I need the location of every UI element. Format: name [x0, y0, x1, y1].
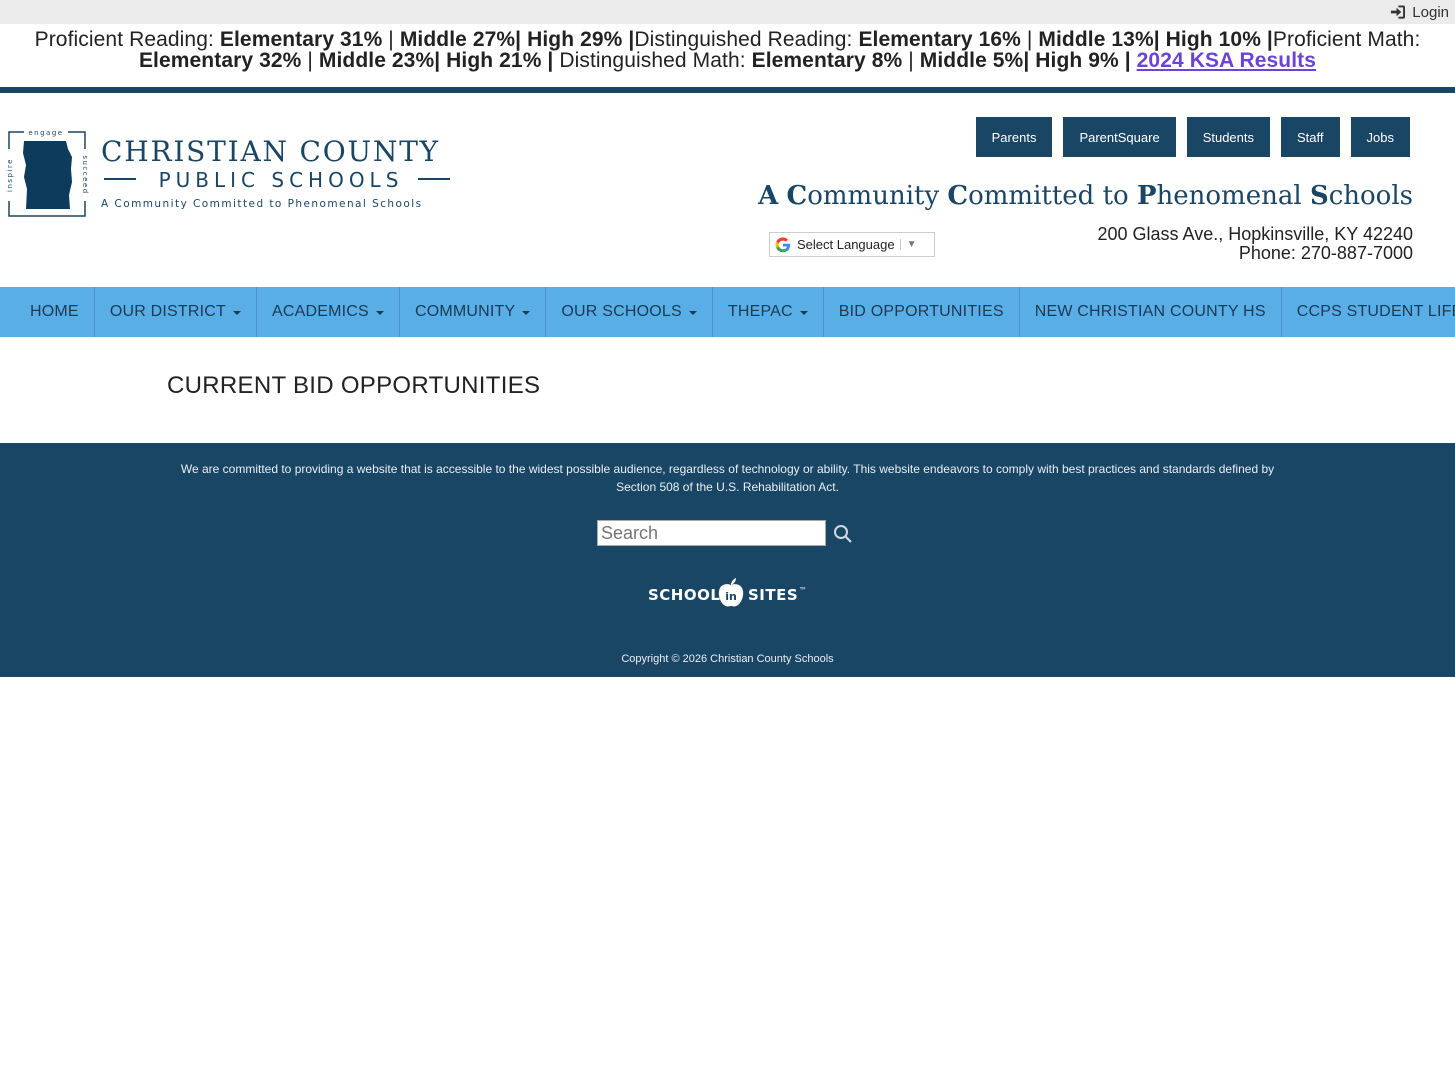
- nav-label: ACADEMICS: [272, 303, 369, 320]
- tagline-part: chools: [1328, 181, 1413, 211]
- ticker-text: Middle 23%| High 21% |: [318, 49, 554, 72]
- logo-side-left: inspire: [6, 158, 14, 192]
- nav-label: CCPS STUDENT LIFE: [1296, 303, 1455, 320]
- google-g-icon: [775, 236, 790, 252]
- ticker-text: Proficient Math:: [1272, 28, 1421, 51]
- logo-side-right: succeed: [81, 155, 89, 194]
- accessibility-statement: We are committed to providing a website …: [180, 462, 1275, 494]
- dropdown-arrow-icon: ▼: [899, 239, 917, 250]
- copyright: Copyright © 2026 Christian County School…: [621, 653, 834, 665]
- tagline-part: henomenal: [1156, 181, 1310, 211]
- logo-line3: A Community Committed to Phenomenal Scho…: [101, 198, 423, 210]
- nav-label: COMMUNITY: [414, 303, 516, 320]
- logo-side-top: engage: [28, 129, 63, 137]
- nav-ccps-student-life[interactable]: CCPS STUDENT LIFE: [1282, 287, 1455, 337]
- ticker-text: Proficient Reading:: [34, 28, 220, 51]
- ticker-text: Middle 5%| High 9% |: [919, 49, 1131, 72]
- nav-bid-opportunities[interactable]: BID OPPORTUNITIES: [824, 287, 1020, 337]
- ticker-text: |: [902, 49, 920, 72]
- caret-down-icon: [375, 311, 384, 315]
- schoolinsites-logo[interactable]: SCHOOL in SITES ™: [648, 577, 813, 611]
- ticker-text: Elementary 31%: [219, 28, 383, 51]
- nav-label: HOME: [30, 303, 79, 320]
- caret-down-icon: [799, 311, 808, 315]
- brand-left: SCHOOL: [648, 586, 720, 604]
- audience-buttons: Parents ParentSquare Students Staff Jobs: [975, 117, 1410, 157]
- utility-bar: Login: [0, 0, 1455, 24]
- language-selector[interactable]: Select Language ▼: [769, 232, 935, 257]
- language-label: Select Language: [797, 237, 895, 252]
- tagline-part: C: [947, 181, 969, 211]
- jobs-button[interactable]: Jobs: [1350, 117, 1410, 157]
- parentsquare-button[interactable]: ParentSquare: [1063, 117, 1176, 157]
- logo-line2: PUBLIC SCHOOLS: [159, 168, 404, 192]
- district-address: 200 Glass Ave., Hopkinsville, KY 42240 P…: [1097, 225, 1413, 263]
- tagline-part: A: [758, 181, 779, 211]
- ticker-text: Distinguished Math:: [553, 49, 752, 72]
- nav-label: NEW CHRISTIAN COUNTY HS: [1034, 303, 1266, 320]
- nav-label: OUR DISTRICT: [109, 303, 226, 320]
- kentucky-county-icon: [23, 141, 72, 209]
- ksa-results-ticker: Proficient Reading: Elementary 31% | Mid…: [0, 24, 1455, 82]
- main-content: CURRENT BID OPPORTUNITIES: [0, 337, 1455, 443]
- nav-home[interactable]: HOME: [0, 287, 95, 337]
- district-tagline: A Community Committed to Phenomenal Scho…: [758, 181, 1413, 211]
- nav-community[interactable]: COMMUNITY: [400, 287, 547, 337]
- nav-thepac[interactable]: THEPAC: [713, 287, 824, 337]
- tagline-part: S: [1309, 181, 1329, 211]
- search-icon[interactable]: [833, 524, 853, 544]
- page-title: CURRENT BID OPPORTUNITIES: [167, 372, 541, 399]
- ksa-results-link[interactable]: 2024 KSA Results: [1137, 49, 1316, 72]
- nav-label: THEPAC: [727, 303, 793, 320]
- ticker-text: Middle 13%| High 10% |: [1038, 28, 1273, 51]
- nav-new-christian-county-hs[interactable]: NEW CHRISTIAN COUNTY HS: [1020, 287, 1282, 337]
- caret-down-icon: [688, 311, 697, 315]
- login-label: Login: [1412, 3, 1449, 21]
- caret-down-icon: [233, 311, 241, 315]
- district-logo[interactable]: engage inspire succeed CHRISTIAN COUNTY …: [6, 127, 456, 219]
- ticker-text: Elementary 32%: [138, 49, 302, 72]
- apple-leaf-icon: [731, 578, 736, 585]
- nav-our-schools[interactable]: OUR SCHOOLS: [546, 287, 713, 337]
- site-footer: We are committed to providing a website …: [0, 443, 1455, 677]
- nav-label: OUR SCHOOLS: [561, 303, 682, 320]
- ticker-text: Middle 27%| High 29% |: [399, 28, 635, 51]
- street-address: 200 Glass Ave., Hopkinsville, KY 42240: [1097, 224, 1413, 244]
- logo-line1: CHRISTIAN COUNTY: [101, 135, 440, 168]
- sign-in-icon: [1391, 5, 1406, 19]
- nav-our-district[interactable]: OUR DISTRICT: [95, 287, 257, 337]
- phone-number: Phone: 270-887-7000: [1238, 243, 1413, 263]
- ticker-text: Elementary 8%: [751, 49, 903, 72]
- tagline-part: P: [1136, 181, 1157, 211]
- ticker-text: Elementary 16%: [858, 28, 1021, 51]
- students-button[interactable]: Students: [1186, 117, 1271, 157]
- ticker-text: |: [1020, 28, 1039, 51]
- ticker-text: Distinguished Reading:: [634, 28, 859, 51]
- brand-right: SITES: [748, 586, 798, 604]
- parents-button[interactable]: Parents: [975, 117, 1053, 157]
- tagline-part: [778, 181, 786, 211]
- login-link[interactable]: Login: [1390, 0, 1449, 24]
- staff-button[interactable]: Staff: [1281, 117, 1340, 157]
- nav-academics[interactable]: ACADEMICS: [257, 287, 400, 337]
- site-header: engage inspire succeed CHRISTIAN COUNTY …: [0, 93, 1455, 287]
- ticker-text: |: [382, 28, 400, 51]
- tagline-part: ommitted to: [968, 181, 1137, 211]
- tagline-part: ommunity: [807, 181, 948, 211]
- brand-mid: in: [725, 590, 737, 603]
- brand-tm: ™: [799, 586, 807, 595]
- ticker-text: |: [301, 49, 319, 72]
- main-nav: HOME OUR DISTRICT ACADEMICS COMMUNITY OU…: [0, 287, 1455, 337]
- tagline-part: C: [786, 181, 808, 211]
- caret-down-icon: [522, 311, 531, 315]
- nav-label: BID OPPORTUNITIES: [838, 303, 1004, 320]
- search-input[interactable]: [597, 520, 826, 546]
